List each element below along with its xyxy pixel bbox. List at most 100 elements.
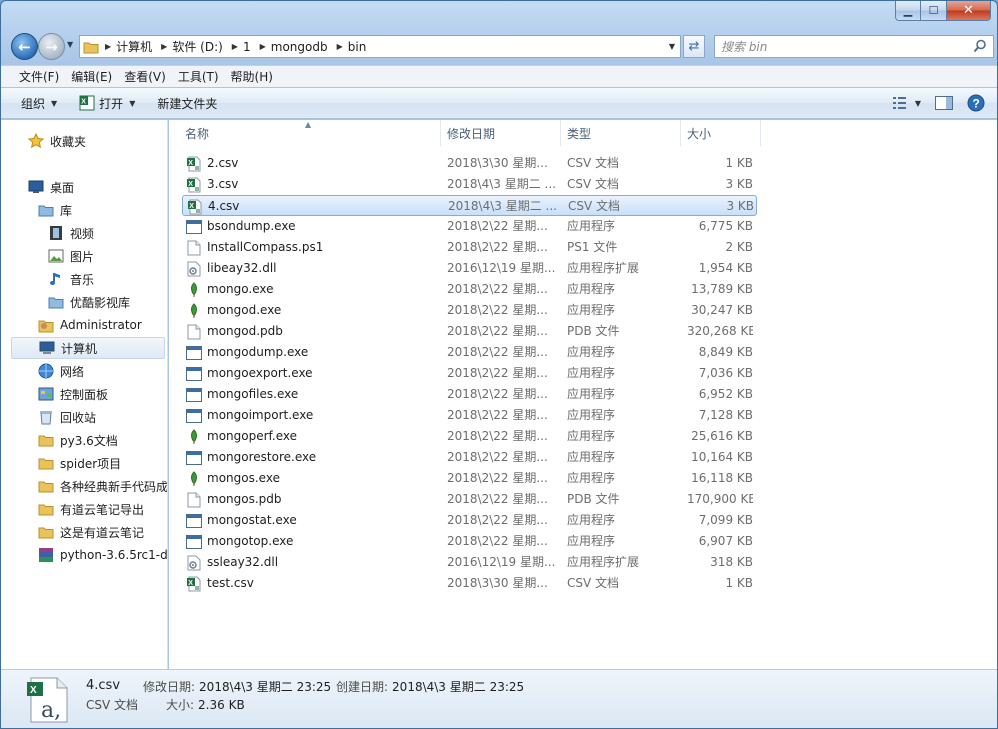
nav-libraries[interactable]: 库: [37, 199, 72, 221]
file-row[interactable]: bsondump.exe 2018\2\22 星期... 应用程序 6,775 KB: [182, 216, 757, 237]
application-icon: [186, 345, 202, 361]
column-header-size[interactable]: 大小: [681, 120, 761, 146]
file-row[interactable]: libeay32.dll 2016\12\19 星期... 应用程序扩展 1,954 …: [182, 258, 757, 279]
navigation-pane: 收藏夹 桌面 库 视频 图片 音乐 优酷影视库 Administrator 计算…: [1, 120, 168, 669]
breadcrumb-segment[interactable]: ▶ bin: [334, 36, 373, 57]
blank-file-icon: [186, 492, 202, 508]
file-row[interactable]: mongodump.exe 2018\2\22 星期... 应用程序 8,849 KB: [182, 342, 757, 363]
file-type: 应用程序: [567, 471, 616, 485]
address-bar[interactable]: ▶ 计算机 ▶ 软件 (D:) ▶ 1 ▶ mongodb ▶ bin ▼: [79, 35, 681, 58]
file-row[interactable]: Xtest.csv 2018\3\30 星期... CSV 文档 1 KB: [182, 573, 757, 594]
breadcrumb-segment[interactable]: ▶ 软件 (D:): [158, 36, 229, 57]
file-row[interactable]: mongostat.exe 2018\2\22 星期... 应用程序 7,099 KB: [182, 510, 757, 531]
address-history-dropdown[interactable]: ▼: [669, 42, 675, 51]
help-button[interactable]: ?: [967, 94, 985, 112]
file-row[interactable]: mongo.exe 2018\2\22 星期... 应用程序 13,789 KB: [182, 279, 757, 300]
column-header-type[interactable]: 类型: [561, 120, 681, 146]
file-name-cell: ssleay32.dll: [186, 552, 440, 573]
nav-python-installer[interactable]: python-3.6.5rc1-do: [37, 544, 167, 566]
file-name: mongos.exe: [207, 471, 280, 485]
chevron-right-icon[interactable]: ▶: [229, 42, 243, 51]
file-row[interactable]: InstallCompass.ps1 2018\2\22 星期... PS1 文件 2…: [182, 237, 757, 258]
file-row[interactable]: mongofiles.exe 2018\2\22 星期... 应用程序 6,952 K…: [182, 384, 757, 405]
view-controls: ▼ ?: [879, 94, 985, 112]
nav-recycle-bin[interactable]: 回收站: [37, 406, 96, 428]
nav-py36[interactable]: py3.6文档: [37, 429, 118, 451]
file-row[interactable]: mongod.pdb 2018\2\22 星期... PDB 文件 320,268 K…: [182, 321, 757, 342]
column-header-date[interactable]: 修改日期: [441, 120, 561, 146]
menu-edit[interactable]: 编辑(E): [65, 68, 118, 85]
nav-control-panel[interactable]: 控制面板: [37, 383, 108, 405]
back-button[interactable]: ←: [11, 33, 38, 60]
menu-tools[interactable]: 工具(T): [172, 68, 225, 85]
file-type: 应用程序: [567, 303, 616, 317]
file-row[interactable]: mongod.exe 2018\2\22 星期... 应用程序 30,247 KB: [182, 300, 757, 321]
chevron-right-icon[interactable]: ▶: [334, 42, 348, 51]
file-row[interactable]: X 3.csv 2018\4\3 星期二 ... CSV 文档 3 KB: [182, 174, 757, 195]
nav-computer[interactable]: 计算机: [11, 337, 165, 359]
file-row[interactable]: mongoexport.exe 2018\2\22 星期... 应用程序 7,036 …: [182, 363, 757, 384]
file-size: 170,900 KB: [687, 492, 753, 506]
chevron-right-icon[interactable]: ▶: [257, 42, 271, 51]
file-row[interactable]: mongorestore.exe 2018\2\22 星期... 应用程序 10,16…: [182, 447, 757, 468]
svg-text:X: X: [188, 579, 193, 586]
file-row[interactable]: X 2.csv 2018\3\30 星期... CSV 文档 1 KB: [182, 153, 757, 174]
file-name: test.csv: [207, 576, 254, 590]
file-size: 25,616 KB: [691, 429, 753, 443]
chevron-right-icon[interactable]: ▶: [102, 42, 116, 51]
file-row[interactable]: X 4.csv 2018\4\3 星期二 ... CSV 文档 3 KB: [182, 195, 757, 216]
refresh-button[interactable]: ⇄: [683, 35, 705, 58]
file-row[interactable]: mongos.pdb 2018\2\22 星期... PDB 文件 170,900 K…: [182, 489, 757, 510]
file-row[interactable]: ssleay32.dll 2016\12\19 星期... 应用程序扩展 318 KB: [182, 552, 757, 573]
maximize-button[interactable]: ☐: [921, 1, 947, 21]
close-button[interactable]: ✕: [947, 1, 991, 21]
file-name: mongoexport.exe: [207, 366, 313, 380]
nav-pictures[interactable]: 图片: [47, 245, 94, 267]
file-date: 2018\2\22 星期...: [447, 387, 548, 401]
nav-desktop[interactable]: 桌面: [27, 176, 74, 198]
open-label: 打开: [99, 96, 124, 111]
menu-file[interactable]: 文件(F): [13, 68, 65, 85]
breadcrumb-segment[interactable]: ▶ 计算机: [102, 36, 158, 57]
file-size: 6,952 KB: [698, 387, 753, 401]
chevron-right-icon[interactable]: ▶: [158, 42, 172, 51]
search-input[interactable]: [721, 39, 961, 54]
nav-favorites[interactable]: 收藏夹: [27, 130, 86, 152]
breadcrumb-label: 软件 (D:): [172, 40, 223, 54]
recent-pages-dropdown[interactable]: ▼: [67, 40, 73, 49]
minimize-button[interactable]: ▁: [895, 1, 921, 21]
new-folder-button[interactable]: 新建文件夹: [157, 95, 217, 112]
nav-administrator[interactable]: Administrator: [37, 314, 142, 336]
file-name-cell: mongorestore.exe: [186, 447, 440, 468]
help-icon: ?: [967, 94, 985, 112]
nav-youdao-export[interactable]: 有道云笔记导出: [37, 498, 144, 520]
nav-music[interactable]: 音乐: [47, 268, 94, 290]
nav-network[interactable]: 网络: [37, 360, 84, 382]
file-row[interactable]: mongoimport.exe 2018\2\22 星期... 应用程序 7,128 …: [182, 405, 757, 426]
menu-view[interactable]: 查看(V): [118, 68, 172, 85]
change-view-button[interactable]: ▼: [892, 96, 921, 110]
nav-classic-code[interactable]: 各种经典新手代码成: [37, 475, 167, 497]
csv-file-icon: X: [186, 156, 202, 172]
application-icon: [186, 387, 202, 403]
preview-pane-button[interactable]: [935, 96, 953, 110]
nav-spider[interactable]: spider项目: [37, 452, 121, 474]
file-row[interactable]: mongos.exe 2018\2\22 星期... 应用程序 16,118 KB: [182, 468, 757, 489]
application-icon: [186, 366, 202, 382]
nav-videos[interactable]: 视频: [47, 222, 94, 244]
file-row[interactable]: mongoperf.exe 2018\2\22 星期... 应用程序 25,616 K…: [182, 426, 757, 447]
folder-icon: [37, 477, 55, 495]
file-row[interactable]: mongotop.exe 2018\2\22 星期... 应用程序 6,907 KB: [182, 531, 757, 552]
search-box[interactable]: [714, 35, 994, 58]
nav-youdao-notes[interactable]: 这是有道云笔记: [37, 521, 144, 543]
file-date: 2018\2\22 星期...: [447, 429, 548, 443]
organize-button[interactable]: 组织 ▼: [21, 95, 57, 112]
forward-button[interactable]: →: [38, 33, 65, 60]
menu-help[interactable]: 帮助(H): [225, 68, 279, 85]
breadcrumb-segment[interactable]: ▶ mongodb: [257, 36, 334, 57]
mongodb-leaf-icon: [186, 428, 202, 445]
application-icon: [186, 513, 202, 529]
open-button[interactable]: X 打开 ▼: [79, 95, 135, 112]
breadcrumb-segment[interactable]: ▶ 1: [229, 36, 257, 57]
nav-youku[interactable]: 优酷影视库: [47, 291, 130, 313]
